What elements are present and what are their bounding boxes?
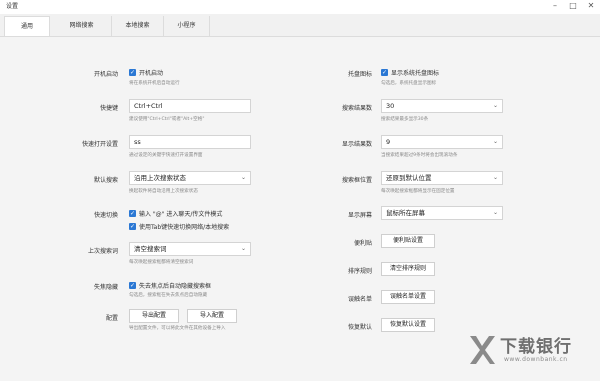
lose-focus-label: 失焦隐藏 (93, 284, 118, 291)
tab-bar: 通用 网络搜索 本地搜索 小程序 (0, 14, 600, 37)
error-list-settings-button[interactable]: 误触名单设置 (381, 290, 435, 304)
restore-label: 恢复默认 (347, 324, 372, 331)
export-config-button[interactable]: 导出配置 (129, 309, 179, 323)
check-icon: ✓ (381, 69, 388, 76)
watermark: 下载银行 www.downbank.cn (468, 328, 598, 378)
config-hint: 导出配置文件，可以将此文件在其他设备上导入 (129, 326, 226, 331)
watermark-url: www.downbank.cn (504, 356, 568, 363)
watermark-text: 下载银行 (500, 337, 572, 357)
quick-switch-chat-checkbox[interactable]: ✓ 输入 "@" 进入聊天/传文件模式 (129, 209, 222, 218)
quick-switch-tab-checkbox[interactable]: ✓ 使用Tab键快速切换网络/本地搜索 (129, 222, 229, 231)
clear-sort-rules-button[interactable]: 清空排序规则 (381, 262, 435, 276)
chevron-down-icon: ⌄ (492, 102, 498, 109)
sticky-label: 便利贴 (353, 240, 372, 247)
result-count-label: 搜索结果数 (341, 105, 372, 112)
tab-mini-program[interactable]: 小程序 (164, 16, 210, 36)
chevron-down-icon: ⌄ (492, 138, 498, 145)
lose-focus-checkbox[interactable]: ✓ 失去焦点后自动隐藏搜索框 (129, 281, 211, 290)
box-position-hint: 每次唤起搜索框都将显示在固定位置 (381, 189, 455, 194)
display-count-value: 9 (386, 138, 391, 146)
tab-local-search[interactable]: 本地搜索 (112, 16, 164, 36)
tray-checkbox[interactable]: ✓ 显示系统托盘图标 (381, 68, 439, 77)
quick-switch-tab-label: 使用Tab键快速切换网络/本地搜索 (139, 224, 230, 231)
default-search-hint: 换起软件将自动沿用上次搜索状态 (129, 189, 198, 194)
result-count-value: 30 (386, 102, 395, 110)
tab-general[interactable]: 通用 (4, 16, 50, 36)
autostart-checkbox[interactable]: ✓ 开机启动 (129, 68, 163, 77)
chevron-down-icon: ⌄ (240, 245, 246, 252)
lose-focus-checkbox-label: 失去焦点后自动隐藏搜索框 (139, 283, 212, 290)
display-screen-select[interactable]: 鼠标所在屏幕 ⌄ (381, 206, 503, 220)
chevron-down-icon: ⌄ (240, 174, 246, 181)
maximize-button[interactable]: □ (566, 0, 580, 11)
quick-switch-chat-label: 输入 "@" 进入聊天/传文件模式 (139, 211, 223, 218)
last-search-hint: 每次唤起搜索框都将清空搜索词 (129, 260, 194, 265)
last-search-value: 清空搜索词 (134, 245, 167, 253)
close-button[interactable]: ✕ (584, 0, 598, 11)
tab-web-search[interactable]: 网络搜索 (52, 16, 112, 36)
display-count-label: 显示结果数 (341, 141, 372, 148)
display-count-select[interactable]: 9 ⌄ (381, 135, 503, 149)
default-search-select[interactable]: 沿用上次搜索状态 ⌄ (129, 171, 251, 185)
sort-rules-label: 排序规则 (347, 268, 372, 275)
tray-hint: 勾选后，系统托盘显示图标 (381, 81, 437, 86)
last-search-select[interactable]: 清空搜索词 ⌄ (129, 242, 251, 256)
box-position-label: 搜索框位置 (341, 177, 372, 184)
display-screen-value: 鼠标所在屏幕 (386, 209, 425, 217)
default-search-label: 默认搜索 (93, 177, 118, 184)
autostart-checkbox-label: 开机启动 (139, 70, 164, 77)
chevron-down-icon: ⌄ (492, 209, 498, 216)
last-search-label: 上次搜索词 (87, 248, 118, 255)
result-count-hint: 搜索结果最多显示30条 (381, 117, 429, 122)
display-count-hint: 当搜索结果超过9条时将会出现滚动条 (381, 153, 458, 158)
import-config-button[interactable]: 导入配置 (187, 309, 237, 323)
watermark-logo-icon (470, 336, 495, 364)
hotkey-hint: 建议使用"Ctrl+Ctrl"或者"Alt+空格" (129, 117, 205, 122)
default-search-value: 沿用上次搜索状态 (134, 174, 186, 182)
display-screen-label: 显示屏幕 (347, 212, 372, 219)
check-icon: ✓ (129, 223, 136, 230)
tray-label: 托盘图标 (347, 71, 372, 78)
sticky-settings-button[interactable]: 便利贴设置 (381, 234, 435, 248)
hotkey-input[interactable]: Ctrl+Ctrl (129, 99, 251, 113)
hotkey-label: 快捷键 (99, 105, 118, 112)
restore-defaults-button[interactable]: 恢复默认设置 (381, 318, 435, 332)
check-icon: ✓ (129, 69, 136, 76)
minimize-button[interactable]: – (548, 0, 562, 11)
check-icon: ✓ (129, 210, 136, 217)
chevron-down-icon: ⌄ (492, 174, 498, 181)
result-count-select[interactable]: 30 ⌄ (381, 99, 503, 113)
config-label: 配置 (105, 315, 118, 322)
box-position-value: 还原到默认位置 (386, 174, 432, 182)
error-list-label: 误触名单 (347, 296, 372, 303)
quick-open-input[interactable]: ss (129, 135, 251, 149)
title-bar: 设置 – □ ✕ (0, 0, 600, 12)
tray-checkbox-label: 显示系统托盘图标 (391, 70, 440, 77)
quick-switch-label: 快速切换 (93, 212, 118, 219)
window-title: 设置 (6, 3, 19, 10)
quick-open-hint: 通过设定的关键字快速打开设置界面 (129, 153, 203, 158)
check-icon: ✓ (129, 282, 136, 289)
autostart-hint: 将在系统开机后自动运行 (129, 81, 180, 86)
lose-focus-hint: 勾选后，搜索框在失去焦点后自动隐藏 (129, 293, 208, 298)
quick-open-label: 快速打开设置 (81, 141, 118, 148)
box-position-select[interactable]: 还原到默认位置 ⌄ (381, 171, 503, 185)
autostart-label: 开机启动 (93, 71, 118, 78)
